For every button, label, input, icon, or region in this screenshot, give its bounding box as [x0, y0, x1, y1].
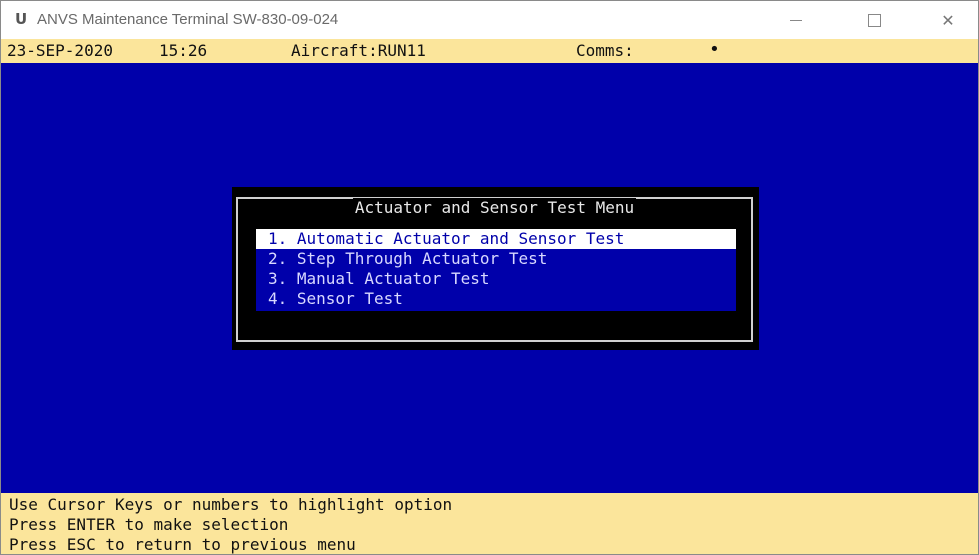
comms-indicator-icon: • — [709, 39, 720, 60]
help-bar: Use Cursor Keys or numbers to highlight … — [1, 493, 978, 554]
menu-dialog: Actuator and Sensor Test Menu 1. Automat… — [232, 187, 759, 350]
menu-item-sensor-test[interactable]: 4. Sensor Test — [256, 289, 736, 309]
status-aircraft: Aircraft:RUN11 — [291, 41, 426, 60]
status-bar: 23-SEP-2020 15:26 Aircraft:RUN11 Comms: … — [1, 39, 978, 63]
help-line-cursor: Use Cursor Keys or numbers to highlight … — [9, 495, 453, 514]
title-bar: U ANVS Maintenance Terminal SW-830-09-02… — [1, 1, 978, 39]
menu-list: 1. Automatic Actuator and Sensor Test 2.… — [256, 229, 736, 311]
menu-item-step-through-test[interactable]: 2. Step Through Actuator Test — [256, 249, 736, 269]
status-date: 23-SEP-2020 — [7, 41, 113, 60]
help-line-esc: Press ESC to return to previous menu — [9, 535, 356, 554]
maximize-icon[interactable] — [849, 1, 899, 39]
menu-item-automatic-test[interactable]: 1. Automatic Actuator and Sensor Test — [256, 229, 736, 249]
close-icon[interactable]: ✕ — [923, 1, 973, 39]
terminal-screen: Actuator and Sensor Test Menu 1. Automat… — [1, 63, 978, 493]
help-line-enter: Press ENTER to make selection — [9, 515, 289, 534]
status-time: 15:26 — [159, 41, 208, 60]
app-icon: U — [15, 10, 28, 28]
menu-item-manual-actuator-test[interactable]: 3. Manual Actuator Test — [256, 269, 736, 289]
menu-title: Actuator and Sensor Test Menu — [238, 198, 751, 217]
window-title: ANVS Maintenance Terminal SW-830-09-024 — [37, 11, 339, 28]
terminal-window: U ANVS Maintenance Terminal SW-830-09-02… — [0, 0, 979, 555]
menu-title-text: Actuator and Sensor Test Menu — [352, 198, 637, 217]
status-comms-label: Comms: — [576, 41, 634, 60]
minimize-icon[interactable] — [771, 1, 821, 39]
